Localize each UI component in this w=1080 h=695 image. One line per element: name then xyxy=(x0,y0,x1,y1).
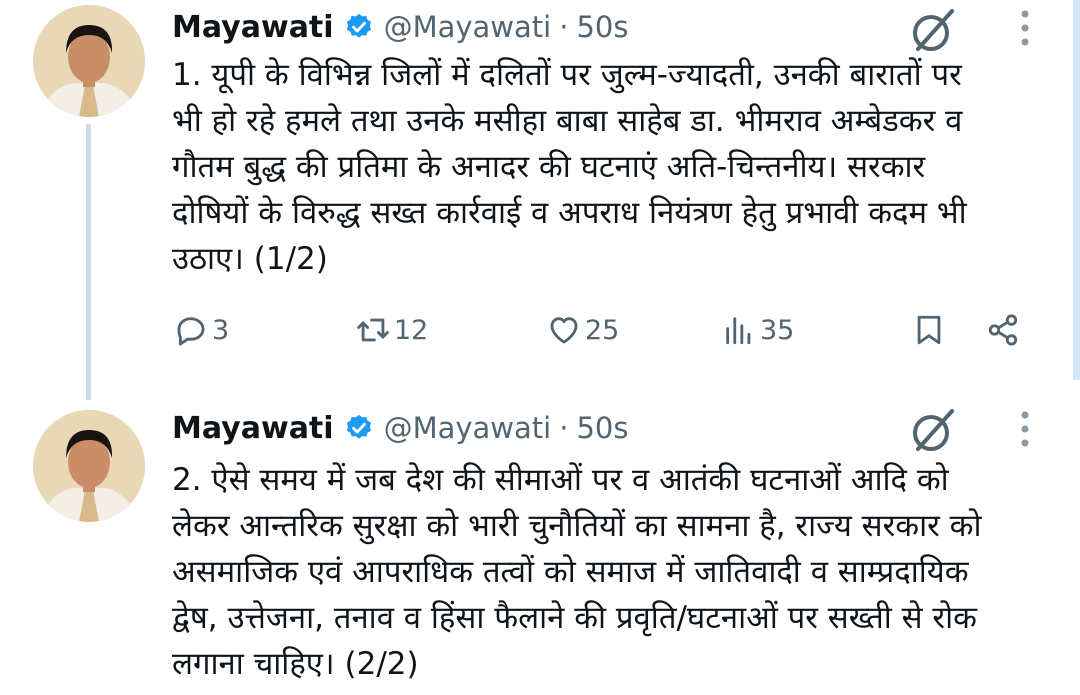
tweet-text: 2. ऐसे समय में जब देश की सीमाओं पर व आतं… xyxy=(172,462,982,682)
tweet-header: Mayawati @Mayawati · 50s xyxy=(172,403,628,453)
views-button[interactable]: 35 xyxy=(722,305,794,355)
thread-connector xyxy=(86,124,91,400)
author-handle[interactable]: @Mayawati xyxy=(384,10,552,44)
share-icon xyxy=(988,314,1018,346)
timestamp[interactable]: 50s xyxy=(576,10,628,44)
more-vertical-icon[interactable] xyxy=(1014,409,1036,449)
repost-count: 12 xyxy=(394,314,429,346)
verified-badge-icon xyxy=(346,414,371,439)
timestamp[interactable]: 50s xyxy=(576,411,628,445)
grok-icon[interactable] xyxy=(904,403,960,459)
repost-button[interactable]: 12 xyxy=(356,305,428,355)
scrollbar[interactable] xyxy=(1073,0,1080,380)
author-handle[interactable]: @Mayawati xyxy=(384,411,552,445)
author-name[interactable]: Mayawati xyxy=(172,10,334,45)
repost-icon xyxy=(357,318,389,342)
like-count: 25 xyxy=(585,314,620,346)
views-icon xyxy=(726,317,751,345)
bookmark-button[interactable] xyxy=(912,305,946,355)
heart-icon xyxy=(550,317,578,344)
more-vertical-icon[interactable] xyxy=(1014,8,1036,48)
tweet-actions: 3 12 25 35 xyxy=(172,305,1032,355)
tweet-2[interactable]: Mayawati @Mayawati · 50s 2. ऐसे समय में … xyxy=(0,395,1080,695)
like-button[interactable]: 25 xyxy=(547,305,619,355)
tweet-1[interactable]: Mayawati @Mayawati · 50s 1. यूपी के विभि… xyxy=(0,0,1080,400)
share-button[interactable] xyxy=(986,305,1020,355)
author-name[interactable]: Mayawati xyxy=(172,411,334,446)
avatar[interactable] xyxy=(33,410,145,522)
verified-badge-icon xyxy=(346,13,371,38)
reply-icon xyxy=(177,317,205,346)
views-count: 35 xyxy=(760,314,795,346)
tweet-text: 1. यूपी के विभिन्न जिलों में दलितों पर ज… xyxy=(172,57,967,277)
bookmark-icon xyxy=(917,315,941,345)
separator-dot: · xyxy=(559,411,569,445)
reply-button[interactable]: 3 xyxy=(174,305,229,355)
reply-count: 3 xyxy=(212,314,230,346)
grok-icon[interactable] xyxy=(904,3,960,59)
separator-dot: · xyxy=(559,10,569,44)
tweet-header: Mayawati @Mayawati · 50s xyxy=(172,2,628,52)
avatar[interactable] xyxy=(33,5,145,117)
